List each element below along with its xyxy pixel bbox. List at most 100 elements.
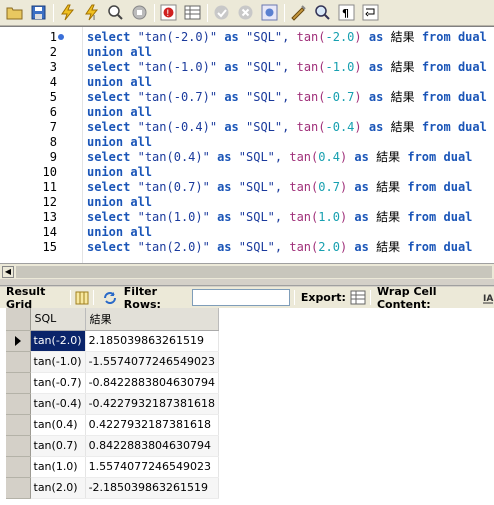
function-name: tan( xyxy=(289,150,319,164)
toolbar-separator xyxy=(284,3,285,22)
table-row[interactable]: tan(-1.0) -1.5574077246549023 xyxy=(6,351,220,373)
cell-sql[interactable]: tan(1.0) xyxy=(30,456,86,478)
cell-result[interactable]: 2.185039863261519 xyxy=(85,330,220,352)
numeric-literal: 1.0 xyxy=(318,210,340,224)
main-toolbar: I ! ¶ xyxy=(0,0,494,26)
code-line[interactable]: 5 select "tan(-0.7)" as "SQL", tan(-0.7) … xyxy=(0,90,494,105)
code-text: union all xyxy=(87,225,152,240)
code-line[interactable]: 7 select "tan(-0.4)" as "SQL", tan(-0.4) … xyxy=(0,120,494,135)
table-row[interactable]: tan(-2.0) 2.185039863261519 xyxy=(6,330,220,352)
cell-result[interactable]: 0.4227932187381618 xyxy=(85,414,220,436)
code-line[interactable]: 14 union all xyxy=(0,225,494,240)
cell-sql[interactable]: tan(-2.0) xyxy=(30,330,86,352)
invisible-chars-icon[interactable]: ¶ xyxy=(336,2,357,23)
column-header-sql[interactable]: SQL xyxy=(30,308,86,331)
string-alias: "SQL", xyxy=(246,120,290,134)
scrollbar-thumb[interactable] xyxy=(16,266,492,278)
code-line[interactable]: 12 union all xyxy=(0,195,494,210)
cell-result[interactable]: -1.5574077246549023 xyxy=(85,351,220,373)
wrap-cell-icon[interactable]: IA xyxy=(482,291,494,305)
row-header[interactable] xyxy=(6,330,31,352)
code-line[interactable]: 4 union all xyxy=(0,75,494,90)
cell-result[interactable]: 0.8422883804630794 xyxy=(85,435,220,457)
keyword-select: select xyxy=(87,30,131,44)
autocommit-icon[interactable] xyxy=(259,2,280,23)
table-row[interactable]: tan(0.4) 0.4227932187381618 xyxy=(6,414,220,436)
row-header[interactable] xyxy=(6,414,31,436)
filter-rows-input[interactable] xyxy=(191,289,290,306)
find-icon[interactable] xyxy=(312,2,333,23)
cell-sql[interactable]: tan(-0.4) xyxy=(30,393,86,415)
sql-editor[interactable]: 1 select "tan(-2.0)" as "SQL", tan(-2.0) … xyxy=(0,26,494,264)
code-line[interactable]: 13 select "tan(1.0)" as "SQL", tan(1.0) a… xyxy=(0,210,494,225)
row-header[interactable] xyxy=(6,477,31,499)
beautify-icon[interactable] xyxy=(288,2,309,23)
rollback-icon[interactable] xyxy=(235,2,256,23)
alias-identifier: 結果 xyxy=(390,120,415,134)
code-line[interactable]: 15 select "tan(2.0)" as "SQL", tan(2.0) a… xyxy=(0,240,494,255)
refresh-icon[interactable] xyxy=(102,291,118,305)
table-row[interactable]: tan(2.0) -2.185039863261519 xyxy=(6,477,220,499)
string-alias: "SQL", xyxy=(246,30,290,44)
result-grid-tab[interactable]: Result Grid xyxy=(6,285,66,311)
column-header-result[interactable]: 結果 xyxy=(85,308,220,331)
code-text: select "tan(-2.0)" as "SQL", tan(-2.0) a… xyxy=(87,30,487,45)
form-view-icon[interactable] xyxy=(75,291,89,305)
editor-horizontal-scrollbar[interactable]: ◀ xyxy=(0,263,494,279)
code-line[interactable]: 9 select "tan(0.4)" as "SQL", tan(0.4) as… xyxy=(0,150,494,165)
execute-current-icon[interactable]: I xyxy=(81,2,102,23)
code-line[interactable]: 8 union all xyxy=(0,135,494,150)
execute-icon[interactable] xyxy=(57,2,78,23)
export-icon[interactable] xyxy=(350,290,366,305)
toggle-grid-icon[interactable] xyxy=(182,2,203,23)
line-number: 9 xyxy=(49,150,57,164)
keyword-as: as xyxy=(368,90,384,104)
code-line[interactable]: 10 union all xyxy=(0,165,494,180)
cell-sql[interactable]: tan(-1.0) xyxy=(30,351,86,373)
cell-result[interactable]: -0.8422883804630794 xyxy=(85,372,220,394)
table-row[interactable]: tan(-0.7) -0.8422883804630794 xyxy=(6,372,220,394)
cell-result[interactable]: -2.185039863261519 xyxy=(85,477,220,499)
line-number: 10 xyxy=(42,165,57,179)
code-line[interactable]: 1 select "tan(-2.0)" as "SQL", tan(-2.0) … xyxy=(0,30,494,45)
table-row[interactable]: tan(1.0) 1.5574077246549023 xyxy=(6,456,220,478)
wrap-icon[interactable] xyxy=(360,2,381,23)
toolbar-separator xyxy=(369,290,371,305)
toggle-error-icon[interactable]: ! xyxy=(158,2,179,23)
row-header[interactable] xyxy=(6,351,31,373)
table-row[interactable]: tan(-0.4) -0.4227932187381618 xyxy=(6,393,220,415)
close-paren: ) xyxy=(354,30,362,44)
stop-icon[interactable] xyxy=(129,2,150,23)
keyword-dual: dual xyxy=(457,30,487,44)
function-name: tan( xyxy=(289,180,319,194)
row-header[interactable] xyxy=(6,435,31,457)
commit-icon[interactable] xyxy=(211,2,232,23)
row-header[interactable] xyxy=(6,393,31,415)
code-line[interactable]: 3 select "tan(-1.0)" as "SQL", tan(-1.0) … xyxy=(0,60,494,75)
explain-icon[interactable] xyxy=(105,2,126,23)
row-header[interactable] xyxy=(6,456,31,478)
cell-sql[interactable]: tan(0.7) xyxy=(30,435,86,457)
code-line[interactable]: 11 select "tan(0.7)" as "SQL", tan(0.7) a… xyxy=(0,180,494,195)
string-literal: "tan(-0.4)" xyxy=(137,120,218,134)
table-row[interactable]: tan(0.7) 0.8422883804630794 xyxy=(6,435,220,457)
cell-sql[interactable]: tan(2.0) xyxy=(30,477,86,499)
cell-sql[interactable]: tan(0.4) xyxy=(30,414,86,436)
cell-result[interactable]: 1.5574077246549023 xyxy=(85,456,220,478)
code-line[interactable]: 2 union all xyxy=(0,45,494,60)
toolbar-separator xyxy=(293,290,295,305)
scroll-left-icon[interactable]: ◀ xyxy=(2,266,14,278)
alias-identifier: 結果 xyxy=(390,30,415,44)
cell-sql[interactable]: tan(-0.7) xyxy=(30,372,86,394)
keyword-dual: dual xyxy=(457,60,487,74)
cell-result[interactable]: -0.4227932187381618 xyxy=(85,393,220,415)
row-header[interactable] xyxy=(6,372,31,394)
keyword-select: select xyxy=(87,150,131,164)
numeric-literal: 0.4 xyxy=(318,150,340,164)
open-file-icon[interactable] xyxy=(4,2,25,23)
code-line[interactable]: 6 union all xyxy=(0,105,494,120)
line-number: 1 xyxy=(49,30,57,44)
save-icon[interactable] xyxy=(28,2,49,23)
keyword-from: from xyxy=(421,30,451,44)
keyword-select: select xyxy=(87,240,131,254)
